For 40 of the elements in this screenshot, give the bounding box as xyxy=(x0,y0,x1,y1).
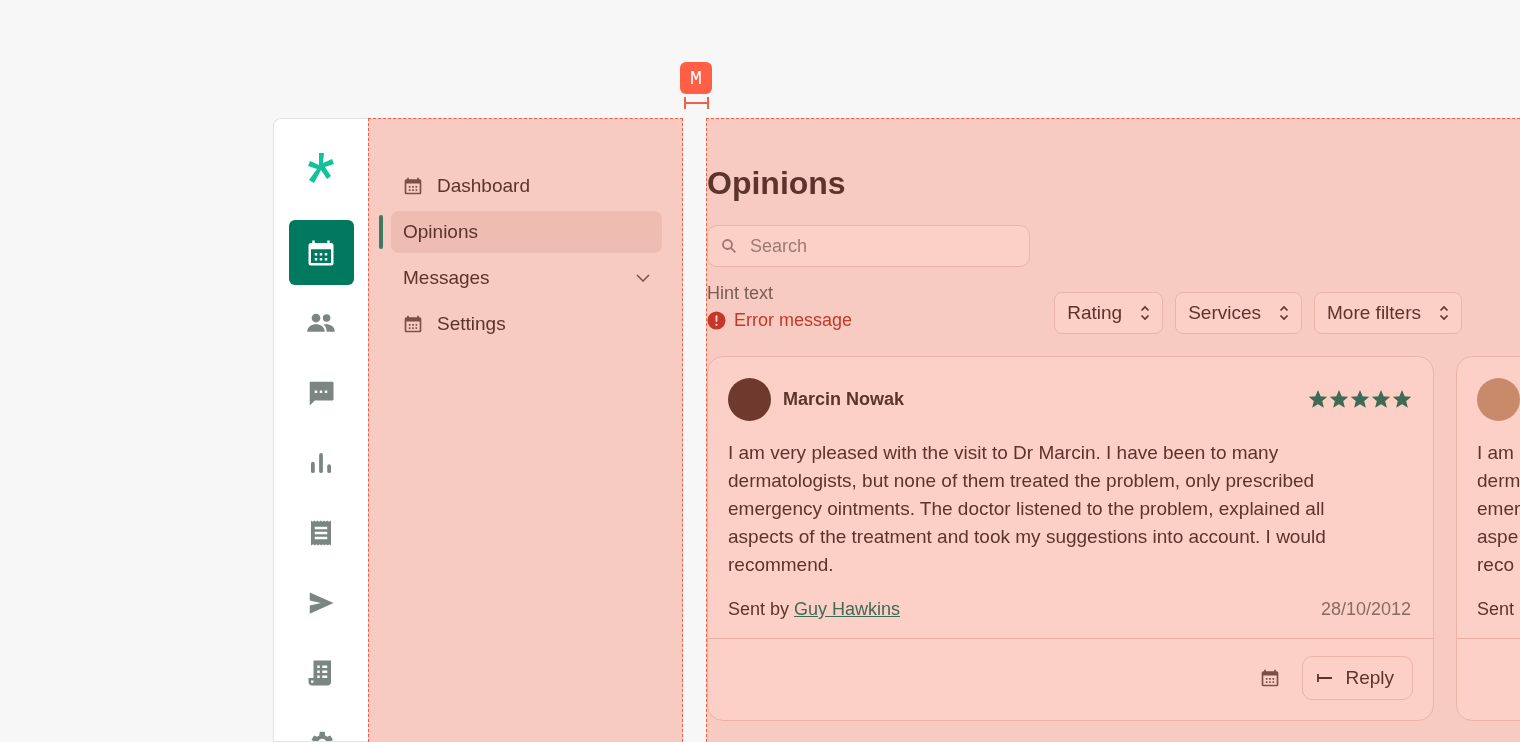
sent-by-label: Sent by xyxy=(728,599,790,620)
spacing-bracket xyxy=(683,96,709,110)
review-text: derm xyxy=(1477,469,1520,493)
nav-item[interactable]: Settings xyxy=(379,303,662,345)
nav-item[interactable]: Messages xyxy=(379,257,662,299)
calendar-icon xyxy=(1260,668,1281,688)
star-icon xyxy=(1309,390,1327,408)
avatar xyxy=(728,377,771,421)
sort-caret-icon xyxy=(1140,305,1151,321)
chevron-icon xyxy=(636,274,650,282)
avatar xyxy=(1477,377,1520,421)
review-text: I am very pleased with the visit to Dr Marcin. I have been to many dermatologists, but none of them treated the problem, only prescribed emergency ointments. The doctor listened to the problem, explained all aspects of the treatment and took my suggestions into account. I would recommend. xyxy=(728,441,1327,577)
reply-arrow-icon xyxy=(1317,673,1334,683)
hint-text: Hint text xyxy=(707,282,774,305)
calendar-icon xyxy=(403,314,423,334)
spacing-marker-label: M xyxy=(680,62,712,94)
star-icon xyxy=(1393,390,1411,408)
sort-caret-icon xyxy=(1279,305,1290,321)
search-field[interactable]: Search xyxy=(707,225,1030,267)
star-icon xyxy=(1330,390,1348,408)
review-text: aspe xyxy=(1477,525,1520,549)
sender-link[interactable]: Guy Hawkins xyxy=(794,599,901,620)
sent-by-label: Sent xyxy=(1477,599,1515,620)
star-icon xyxy=(1372,390,1390,408)
rail-nav-button[interactable] xyxy=(288,220,354,285)
calendar-icon xyxy=(403,176,423,196)
review-text: emer xyxy=(1477,497,1520,521)
star-icon xyxy=(1351,390,1369,408)
review-date: 28/10/2012 xyxy=(1320,599,1411,620)
filter-dropdown[interactable]: Services xyxy=(1175,292,1303,334)
reply-button[interactable]: Reply xyxy=(1302,656,1413,700)
nav-item[interactable]: Dashboard xyxy=(379,165,662,207)
filter-dropdown[interactable]: More filters xyxy=(1314,292,1462,334)
page-title: Opinions xyxy=(707,164,846,203)
filter-dropdown[interactable]: Rating xyxy=(1054,292,1164,334)
error-message: Error message xyxy=(734,309,853,332)
review-text: I am xyxy=(1477,441,1515,465)
author-name: Marcin Nowak xyxy=(783,388,906,410)
sort-caret-icon xyxy=(1439,305,1449,321)
review-text: reco xyxy=(1477,553,1515,577)
